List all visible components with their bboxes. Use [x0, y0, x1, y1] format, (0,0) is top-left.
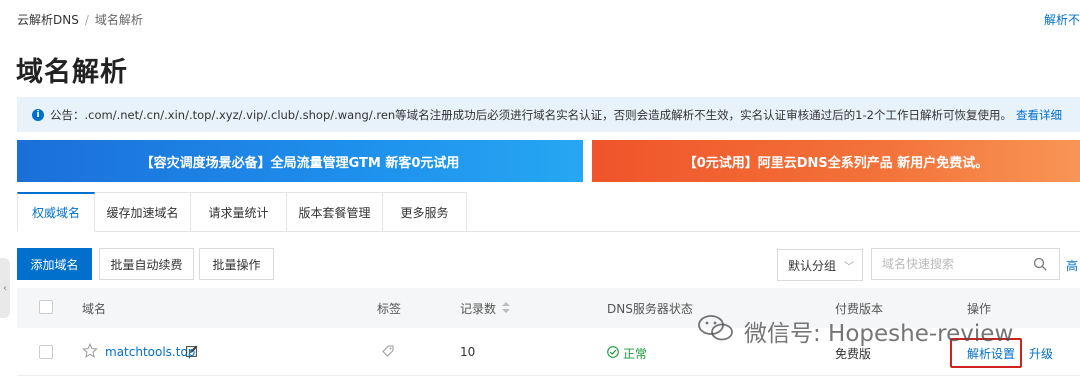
- domain-search-input[interactable]: [872, 257, 1022, 271]
- search-icon[interactable]: [1033, 257, 1047, 274]
- side-collapse-handle[interactable]: ‹: [0, 258, 10, 318]
- notice-text: 公告：.com/.net/.cn/.xin/.top/.xyz/.vip/.cl…: [50, 107, 1012, 122]
- group-select[interactable]: 默认分组 ﹀: [777, 249, 863, 281]
- row-checkbox[interactable]: [39, 345, 53, 359]
- column-header-domain: 域名: [82, 302, 107, 316]
- breadcrumb-separator: /: [84, 13, 89, 27]
- check-circle-icon: [607, 346, 619, 361]
- info-icon: i: [32, 108, 44, 121]
- tab-cache-acceleration[interactable]: 缓存加速域名: [95, 192, 191, 232]
- promo-banner-dns-text: 【0元试用】阿里云DNS全系列产品 新用户免费试。: [683, 155, 989, 171]
- domain-search: [871, 248, 1060, 280]
- tab-bar: 权威域名 缓存加速域名 请求量统计 版本套餐管理 更多服务: [17, 192, 467, 232]
- column-header-tags: 标签: [377, 302, 402, 316]
- breadcrumb-root[interactable]: 云解析DNS: [17, 13, 79, 27]
- tab-authoritative-domains[interactable]: 权威域名: [17, 192, 95, 232]
- tab-request-stats[interactable]: 请求量统计: [191, 192, 287, 232]
- record-count: 10: [460, 345, 476, 359]
- watermark: 微信号: Hopeshe-review: [696, 313, 1013, 349]
- batch-operations-button[interactable]: 批量操作: [199, 248, 274, 280]
- star-icon[interactable]: [82, 342, 98, 362]
- dns-status: 正常: [607, 345, 647, 362]
- breadcrumb: 云解析DNS / 域名解析: [17, 11, 143, 28]
- promo-banner-dns[interactable]: 【0元试用】阿里云DNS全系列产品 新用户免费试。: [592, 140, 1080, 182]
- chevron-down-icon: ﹀: [844, 261, 855, 273]
- column-header-records[interactable]: 记录数: [460, 300, 511, 317]
- add-domain-button[interactable]: 添加域名: [17, 248, 92, 280]
- sort-icon[interactable]: [502, 301, 511, 316]
- notice-detail-link[interactable]: 查看详细: [1016, 107, 1062, 123]
- promo-banner-gtm-text: 【容灾调度场景必备】全局流量管理GTM 新客0元试用: [140, 155, 460, 171]
- dns-status-text: 正常: [623, 347, 648, 361]
- top-right-link[interactable]: 解析不: [1044, 11, 1080, 28]
- promo-banner-gtm[interactable]: 【容灾调度场景必备】全局流量管理GTM 新客0元试用: [17, 140, 583, 182]
- notice-bar: i 公告：.com/.net/.cn/.xin/.top/.xyz/.vip/.…: [17, 97, 1080, 132]
- page-title: 域名解析: [16, 57, 128, 88]
- edit-icon[interactable]: [186, 345, 198, 360]
- breadcrumb-current: 域名解析: [94, 13, 143, 27]
- page-root: 云解析DNS / 域名解析 解析不 域名解析 i 公告：.com/.net/.cn/…: [0, 0, 1080, 379]
- wechat-icon: [696, 313, 736, 349]
- watermark-text: 微信号: Hopeshe-review: [744, 321, 1014, 347]
- select-all-checkbox[interactable]: [39, 300, 53, 314]
- chevron-left-icon: ‹: [3, 282, 7, 294]
- upgrade-link[interactable]: 升级: [1029, 345, 1053, 362]
- group-select-value: 默认分组: [788, 258, 837, 273]
- tag-icon[interactable]: [382, 345, 394, 360]
- domain-name-link[interactable]: matchtools.top: [105, 345, 195, 359]
- column-header-records-label: 记录数: [460, 302, 497, 316]
- tab-more-services[interactable]: 更多服务: [383, 192, 467, 232]
- tab-plan-management[interactable]: 版本套餐管理: [287, 192, 383, 232]
- column-header-dns-status: DNS服务器状态: [607, 302, 693, 316]
- batch-auto-renew-button[interactable]: 批量自动续费: [99, 248, 194, 280]
- advanced-search-link[interactable]: 高: [1066, 257, 1078, 274]
